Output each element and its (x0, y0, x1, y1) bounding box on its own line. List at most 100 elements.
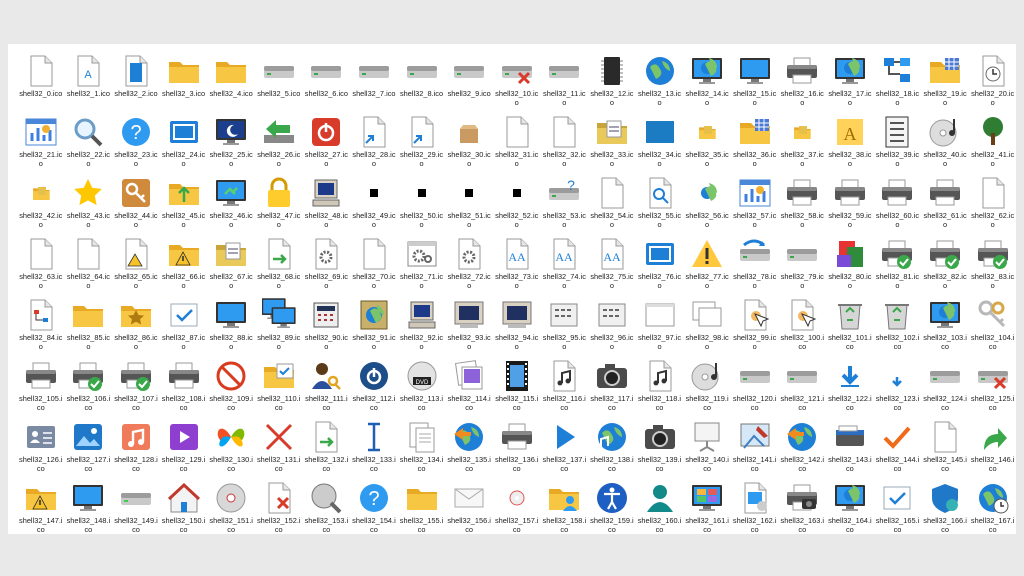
icon-tile[interactable]: shell32_47.ico (255, 172, 303, 233)
icon-tile[interactable]: shell32_31.ico (493, 111, 541, 172)
icon-tile[interactable]: shell32_157.ico (493, 477, 541, 538)
icon-tile[interactable]: shell32_58.ico (779, 172, 827, 233)
icon-tile[interactable]: shell32_40.ico (921, 111, 969, 172)
icon-tile[interactable]: shell32_0.ico (17, 50, 65, 111)
icon-tile[interactable]: shell32_95.ico (541, 294, 589, 355)
icon-tile[interactable]: shell32_62.ico (969, 172, 1017, 233)
icon-tile[interactable]: shell32_116.ico (541, 355, 589, 416)
icon-tile[interactable]: shell32_57.ico (731, 172, 779, 233)
icon-tile[interactable]: shell32_144.ico (874, 416, 922, 477)
icon-tile[interactable]: shell32_142.ico (779, 416, 827, 477)
icon-tile[interactable]: shell32_160.ico (636, 477, 684, 538)
icon-tile[interactable]: shell32_54.ico (588, 172, 636, 233)
icon-tile[interactable]: shell32_152.ico (255, 477, 303, 538)
icon-tile[interactable]: shell32_92.ico (398, 294, 446, 355)
icon-tile[interactable]: shell32_120.ico (731, 355, 779, 416)
icon-tile[interactable]: shell32_32.ico (541, 111, 589, 172)
icon-tile[interactable]: shell32_64.ico (65, 233, 113, 294)
icon-tile[interactable]: shell32_97.ico (636, 294, 684, 355)
icon-tile[interactable]: shell32_99.ico (731, 294, 779, 355)
icon-tile[interactable]: shell32_30.ico (445, 111, 493, 172)
icon-tile[interactable]: shell32_82.ico (921, 233, 969, 294)
icon-tile[interactable]: shell32_25.ico (207, 111, 255, 172)
icon-tile[interactable]: shell32_159.ico (588, 477, 636, 538)
icon-tile[interactable]: shell32_135.ico (445, 416, 493, 477)
icon-tile[interactable]: shell32_34.ico (636, 111, 684, 172)
icon-tile[interactable]: shell32_118.ico (636, 355, 684, 416)
icon-tile[interactable]: shell32_28.ico (350, 111, 398, 172)
icon-tile[interactable]: shell32_42.ico (17, 172, 65, 233)
icon-tile[interactable]: shell32_150.ico (160, 477, 208, 538)
icon-tile[interactable]: shell32_45.ico (160, 172, 208, 233)
icon-tile[interactable]: shell32_163.ico (779, 477, 827, 538)
icon-tile[interactable]: Ashell32_1.ico (65, 50, 113, 111)
icon-tile[interactable]: shell32_98.ico (683, 294, 731, 355)
icon-tile[interactable]: shell32_146.ico (969, 416, 1017, 477)
icon-tile[interactable]: shell32_69.ico (303, 233, 351, 294)
icon-tile[interactable]: shell32_93.ico (445, 294, 493, 355)
icon-tile[interactable]: shell32_76.ico (636, 233, 684, 294)
icon-tile[interactable]: shell32_27.ico (303, 111, 351, 172)
icon-tile[interactable]: shell32_79.ico (779, 233, 827, 294)
icon-tile[interactable]: shell32_155.ico (398, 477, 446, 538)
icon-tile[interactable]: DVD shell32_113.ico (398, 355, 446, 416)
icon-tile[interactable]: shell32_145.ico (921, 416, 969, 477)
icon-tile[interactable]: shell32_43.ico (65, 172, 113, 233)
icon-tile[interactable]: shell32_88.ico (207, 294, 255, 355)
icon-tile[interactable]: shell32_20.ico (969, 50, 1017, 111)
icon-tile[interactable]: shell32_29.ico (398, 111, 446, 172)
icon-tile[interactable]: shell32_81.ico (874, 233, 922, 294)
icon-tile[interactable]: shell32_141.ico (731, 416, 779, 477)
icon-tile[interactable]: shell32_119.ico (683, 355, 731, 416)
icon-tile[interactable]: shell32_85.ico (65, 294, 113, 355)
icon-tile[interactable]: AA shell32_74.ico (541, 233, 589, 294)
icon-tile[interactable]: shell32_162.ico (731, 477, 779, 538)
icon-tile[interactable]: shell32_36.ico (731, 111, 779, 172)
icon-tile[interactable]: shell32_70.ico (350, 233, 398, 294)
icon-tile[interactable]: shell32_153.ico (303, 477, 351, 538)
icon-tile[interactable]: shell32_37.ico (779, 111, 827, 172)
icon-tile[interactable]: shell32_12.ico (588, 50, 636, 111)
icon-tile[interactable]: shell32_8.ico (398, 50, 446, 111)
icon-tile[interactable]: shell32_2.ico (112, 50, 160, 111)
icon-tile[interactable]: shell32_128.ico (112, 416, 160, 477)
icon-tile[interactable]: shell32_126.ico (17, 416, 65, 477)
icon-tile[interactable]: shell32_86.ico (112, 294, 160, 355)
icon-tile[interactable]: AA shell32_75.ico (588, 233, 636, 294)
icon-tile[interactable]: ? shell32_154.ico (350, 477, 398, 538)
icon-tile[interactable]: shell32_10.ico (493, 50, 541, 111)
icon-tile[interactable]: shell32_18.ico (874, 50, 922, 111)
icon-tile[interactable]: shell32_80.ico (826, 233, 874, 294)
icon-tile[interactable]: shell32_121.ico (779, 355, 827, 416)
icon-tile[interactable]: shell32_21.ico (17, 111, 65, 172)
icon-tile[interactable]: shell32_138.ico (588, 416, 636, 477)
icon-tile[interactable]: shell32_110.ico (255, 355, 303, 416)
icon-tile[interactable]: shell32_149.ico (112, 477, 160, 538)
icon-tile[interactable]: shell32_35.ico (683, 111, 731, 172)
icon-tile[interactable]: shell32_63.ico (17, 233, 65, 294)
icon-tile[interactable]: shell32_105.ico (17, 355, 65, 416)
icon-tile[interactable]: shell32_56.ico (683, 172, 731, 233)
icon-tile[interactable]: shell32_129.ico (160, 416, 208, 477)
icon-tile[interactable]: shell32_136.ico (493, 416, 541, 477)
icon-tile[interactable]: shell32_106.ico (65, 355, 113, 416)
icon-tile[interactable]: shell32_148.ico (65, 477, 113, 538)
icon-tile[interactable]: shell32_125.ico (969, 355, 1017, 416)
icon-tile[interactable]: shell32_17.ico (826, 50, 874, 111)
icon-tile[interactable]: shell32_16.ico (779, 50, 827, 111)
icon-tile[interactable]: shell32_165.ico (874, 477, 922, 538)
icon-tile[interactable]: shell32_14.ico (683, 50, 731, 111)
icon-tile[interactable]: shell32_60.ico (874, 172, 922, 233)
icon-tile[interactable]: shell32_133.ico (350, 416, 398, 477)
icon-tile[interactable]: shell32_101.ico (826, 294, 874, 355)
icon-tile[interactable]: AA shell32_73.ico (493, 233, 541, 294)
icon-tile[interactable]: shell32_51.ico (445, 172, 493, 233)
icon-tile[interactable]: shell32_66.ico (160, 233, 208, 294)
icon-tile[interactable]: shell32_161.ico (683, 477, 731, 538)
icon-tile[interactable]: shell32_26.ico (255, 111, 303, 172)
icon-tile[interactable]: shell32_44.ico (112, 172, 160, 233)
icon-tile[interactable]: shell32_111.ico (303, 355, 351, 416)
icon-tile[interactable]: shell32_140.ico (683, 416, 731, 477)
icon-tile[interactable]: shell32_143.ico (826, 416, 874, 477)
icon-tile[interactable]: shell32_52.ico (493, 172, 541, 233)
